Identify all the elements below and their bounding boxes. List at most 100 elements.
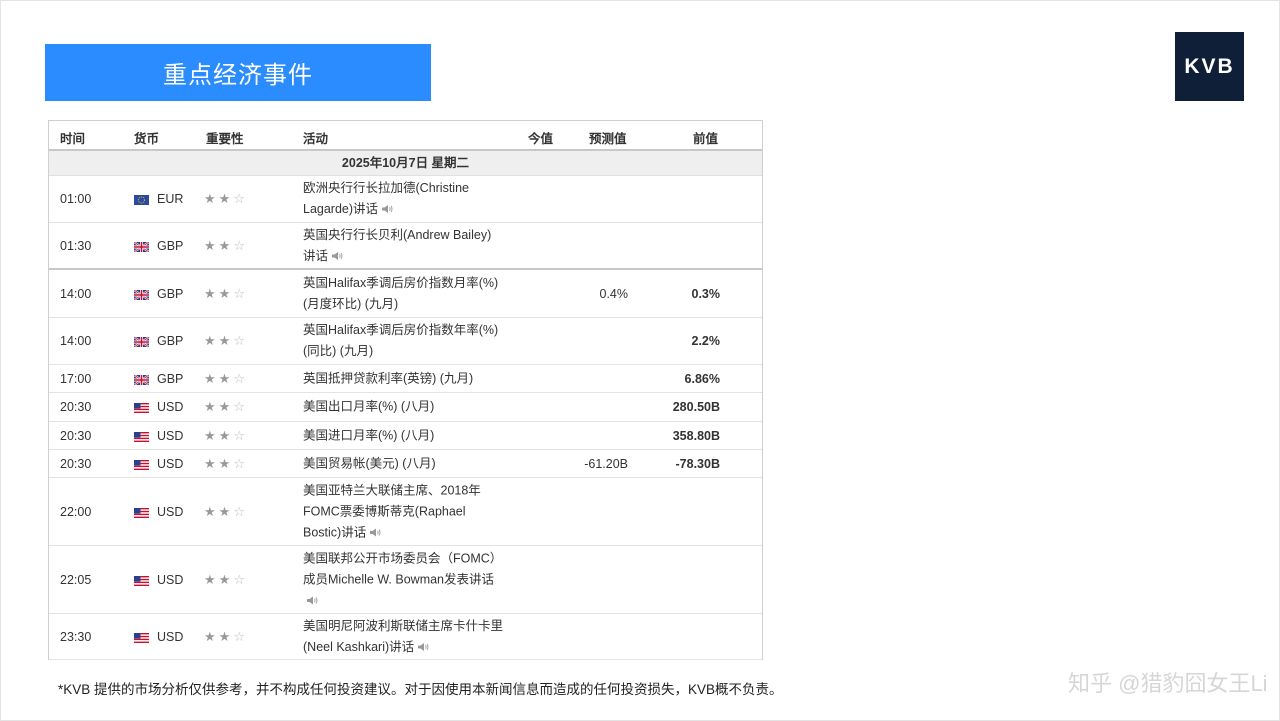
currency-code: GBP (157, 286, 184, 301)
event-name: 美国明尼阿波利斯联储主席卡什卡里(Neel Kashkari)讲话 (303, 616, 503, 658)
currency-code: EUR (157, 192, 184, 206)
table-row[interactable]: 14:00 GBP ★★☆ 英国Halifax季调后房价指数月率(%) (月度环比) … (49, 270, 762, 318)
previous-value: -78.30B (675, 456, 720, 471)
importance-stars-icon: ★★☆ (204, 285, 248, 301)
event-time: 14:00 (60, 286, 92, 301)
forecast-value: -61.20B (584, 456, 628, 471)
banner-title: 重点经济事件 (163, 62, 313, 89)
speaker-icon[interactable] (417, 642, 429, 652)
event-text: 英国Halifax季调后房价指数年率(%) (同比) (九月) (303, 323, 499, 358)
event-time: 22:00 (60, 504, 92, 519)
speaker-icon[interactable] (381, 204, 393, 214)
table-row[interactable]: 20:30 USD ★★☆ 美国出口月率(%) (八月) 280.50B (49, 393, 762, 422)
flag-us-icon (134, 402, 149, 413)
importance-stars-icon: ★★☆ (204, 191, 248, 206)
currency-code: GBP (157, 371, 184, 386)
table-row[interactable]: 17:00 GBP ★★☆ 英国抵押贷款利率(英镑) (九月) 6.86% (49, 365, 762, 393)
flag-eu-icon (134, 194, 149, 205)
logo-text: KVB (1184, 54, 1235, 78)
event-time: 20:30 (60, 400, 92, 414)
speaker-icon[interactable] (369, 527, 381, 537)
table-row[interactable]: 01:00 EUR ★★☆ 欧洲央行行长拉加德(Christine Lagarde)讲… (49, 176, 762, 223)
event-name: 美国亚特兰大联储主席、2018年FOMC票委博斯蒂克(Raphael Bosti… (303, 480, 503, 543)
event-time: 22:05 (60, 572, 92, 587)
currency-code: USD (157, 400, 184, 414)
event-time: 01:30 (60, 238, 92, 253)
event-text: 英国Halifax季调后房价指数月率(%) (月度环比) (九月) (303, 275, 499, 311)
flag-gb-icon (133, 240, 150, 253)
header-event: 活动 (303, 132, 329, 146)
event-name: 美国联邦公开市场委员会（FOMC）成员Michelle W. Bowman发表讲… (303, 548, 503, 611)
importance-stars-icon: ★★☆ (204, 571, 248, 587)
flag-us-icon (134, 575, 149, 586)
importance-stars-icon: ★★☆ (204, 455, 248, 471)
previous-value: 0.3% (691, 286, 721, 301)
table-row[interactable]: 22:05 USD ★★☆ 美国联邦公开市场委员会（FOMC）成员Michelle W… (49, 546, 762, 614)
importance-stars-icon: ★★☆ (204, 370, 248, 386)
flag-us-icon (134, 507, 149, 518)
table-row[interactable]: 20:30 USD ★★☆ 美国贸易帐(美元) (八月) -61.20B -78.30B (49, 450, 762, 478)
event-text: 美国出口月率(%) (八月) (303, 399, 435, 414)
currency-code: USD (157, 428, 184, 443)
currency-code: USD (157, 456, 184, 471)
event-time: 17:00 (60, 371, 92, 386)
event-text: 美国联邦公开市场委员会（FOMC）成员Michelle W. Bowman发表讲… (303, 551, 503, 586)
previous-value: 6.86% (684, 371, 720, 386)
header-actual: 今值 (528, 132, 554, 146)
flag-us-icon (134, 632, 149, 643)
importance-stars-icon: ★★☆ (204, 628, 248, 644)
header-time: 时间 (60, 132, 86, 146)
table-row[interactable]: 14:00 GBP ★★☆ 英国Halifax季调后房价指数年率(%) (同比) (九… (49, 318, 762, 365)
flag-gb-icon (133, 373, 150, 386)
table-row[interactable]: 01:30 GBP ★★☆ 英国央行行长贝利(Andrew Bailey)讲话 (49, 223, 762, 270)
currency-code: USD (157, 504, 184, 519)
importance-stars-icon: ★★☆ (204, 399, 248, 414)
importance-stars-icon: ★★☆ (204, 333, 248, 348)
date-label: 2025年10月7日 星期二 (341, 156, 470, 170)
currency-code: USD (157, 629, 184, 644)
flag-gb-icon (133, 288, 150, 301)
event-name: 英国Halifax季调后房价指数月率(%) (月度环比) (九月) (303, 273, 503, 315)
disclaimer: *KVB 提供的市场分析仅供参考，并不构成任何投资建议。对于因使用本新闻信息而造… (58, 682, 783, 697)
speaker-icon[interactable] (306, 595, 318, 605)
header-currency: 货币 (134, 132, 160, 146)
previous-value: 358.80B (672, 428, 720, 443)
header-previous: 前值 (693, 132, 719, 146)
table-header: 时间 货币 重要性 活动 今值 预测值 前值 (49, 121, 762, 151)
table-row[interactable]: 20:30 USD ★★☆ 美国进口月率(%) (八月) 358.80B (49, 422, 762, 450)
table-body: 01:00 EUR ★★☆ 欧洲央行行长拉加德(Christine Lagarde)讲… (49, 176, 762, 660)
forecast-value: 0.4% (599, 286, 629, 301)
event-text: 美国亚特兰大联储主席、2018年FOMC票委博斯蒂克(Raphael Bosti… (303, 483, 481, 539)
importance-stars-icon: ★★☆ (204, 237, 248, 253)
watermark: 知乎 @猎豹囧女王Li (1068, 671, 1268, 696)
importance-stars-icon: ★★☆ (204, 427, 248, 443)
event-time: 23:30 (60, 629, 92, 644)
header-forecast: 预测值 (589, 132, 627, 146)
currency-code: GBP (157, 238, 184, 253)
event-name: 英国央行行长贝利(Andrew Bailey)讲话 (303, 225, 503, 267)
table-row[interactable]: 23:30 USD ★★☆ 美国明尼阿波利斯联储主席卡什卡里(Neel Kashkar… (49, 614, 762, 660)
header-importance: 重要性 (206, 132, 244, 146)
event-time: 20:30 (60, 456, 92, 471)
event-text: 美国贸易帐(美元) (八月) (303, 456, 436, 470)
event-name: 英国Halifax季调后房价指数年率(%) (同比) (九月) (303, 320, 503, 362)
event-text: 英国抵押贷款利率(英镑) (九月) (303, 371, 474, 385)
importance-stars-icon: ★★☆ (204, 503, 248, 519)
event-text: 美国进口月率(%) (八月) (303, 428, 435, 442)
event-text: 美国明尼阿波利斯联储主席卡什卡里(Neel Kashkari)讲话 (303, 618, 504, 654)
flag-us-icon (134, 459, 149, 470)
event-time: 01:00 (60, 192, 92, 206)
event-name: 美国出口月率(%) (八月) (303, 397, 503, 418)
currency-code: USD (157, 572, 184, 587)
economic-calendar: 时间 货币 重要性 活动 今值 预测值 前值 2025年10月7日 星期二 01… (48, 120, 763, 660)
date-row: 2025年10月7日 星期二 (49, 151, 762, 176)
table-row[interactable]: 22:00 USD ★★☆ 美国亚特兰大联储主席、2018年FOMC票委博斯蒂克(Ra… (49, 478, 762, 546)
title-banner: 重点经济事件 (45, 44, 431, 101)
flag-us-icon (134, 431, 149, 442)
speaker-icon[interactable] (331, 251, 343, 261)
event-name: 美国贸易帐(美元) (八月) (303, 453, 503, 474)
previous-value: 280.50B (672, 400, 720, 414)
event-time: 20:30 (60, 428, 92, 443)
event-time: 14:00 (60, 334, 92, 348)
event-name: 欧洲央行行长拉加德(Christine Lagarde)讲话 (303, 178, 503, 220)
